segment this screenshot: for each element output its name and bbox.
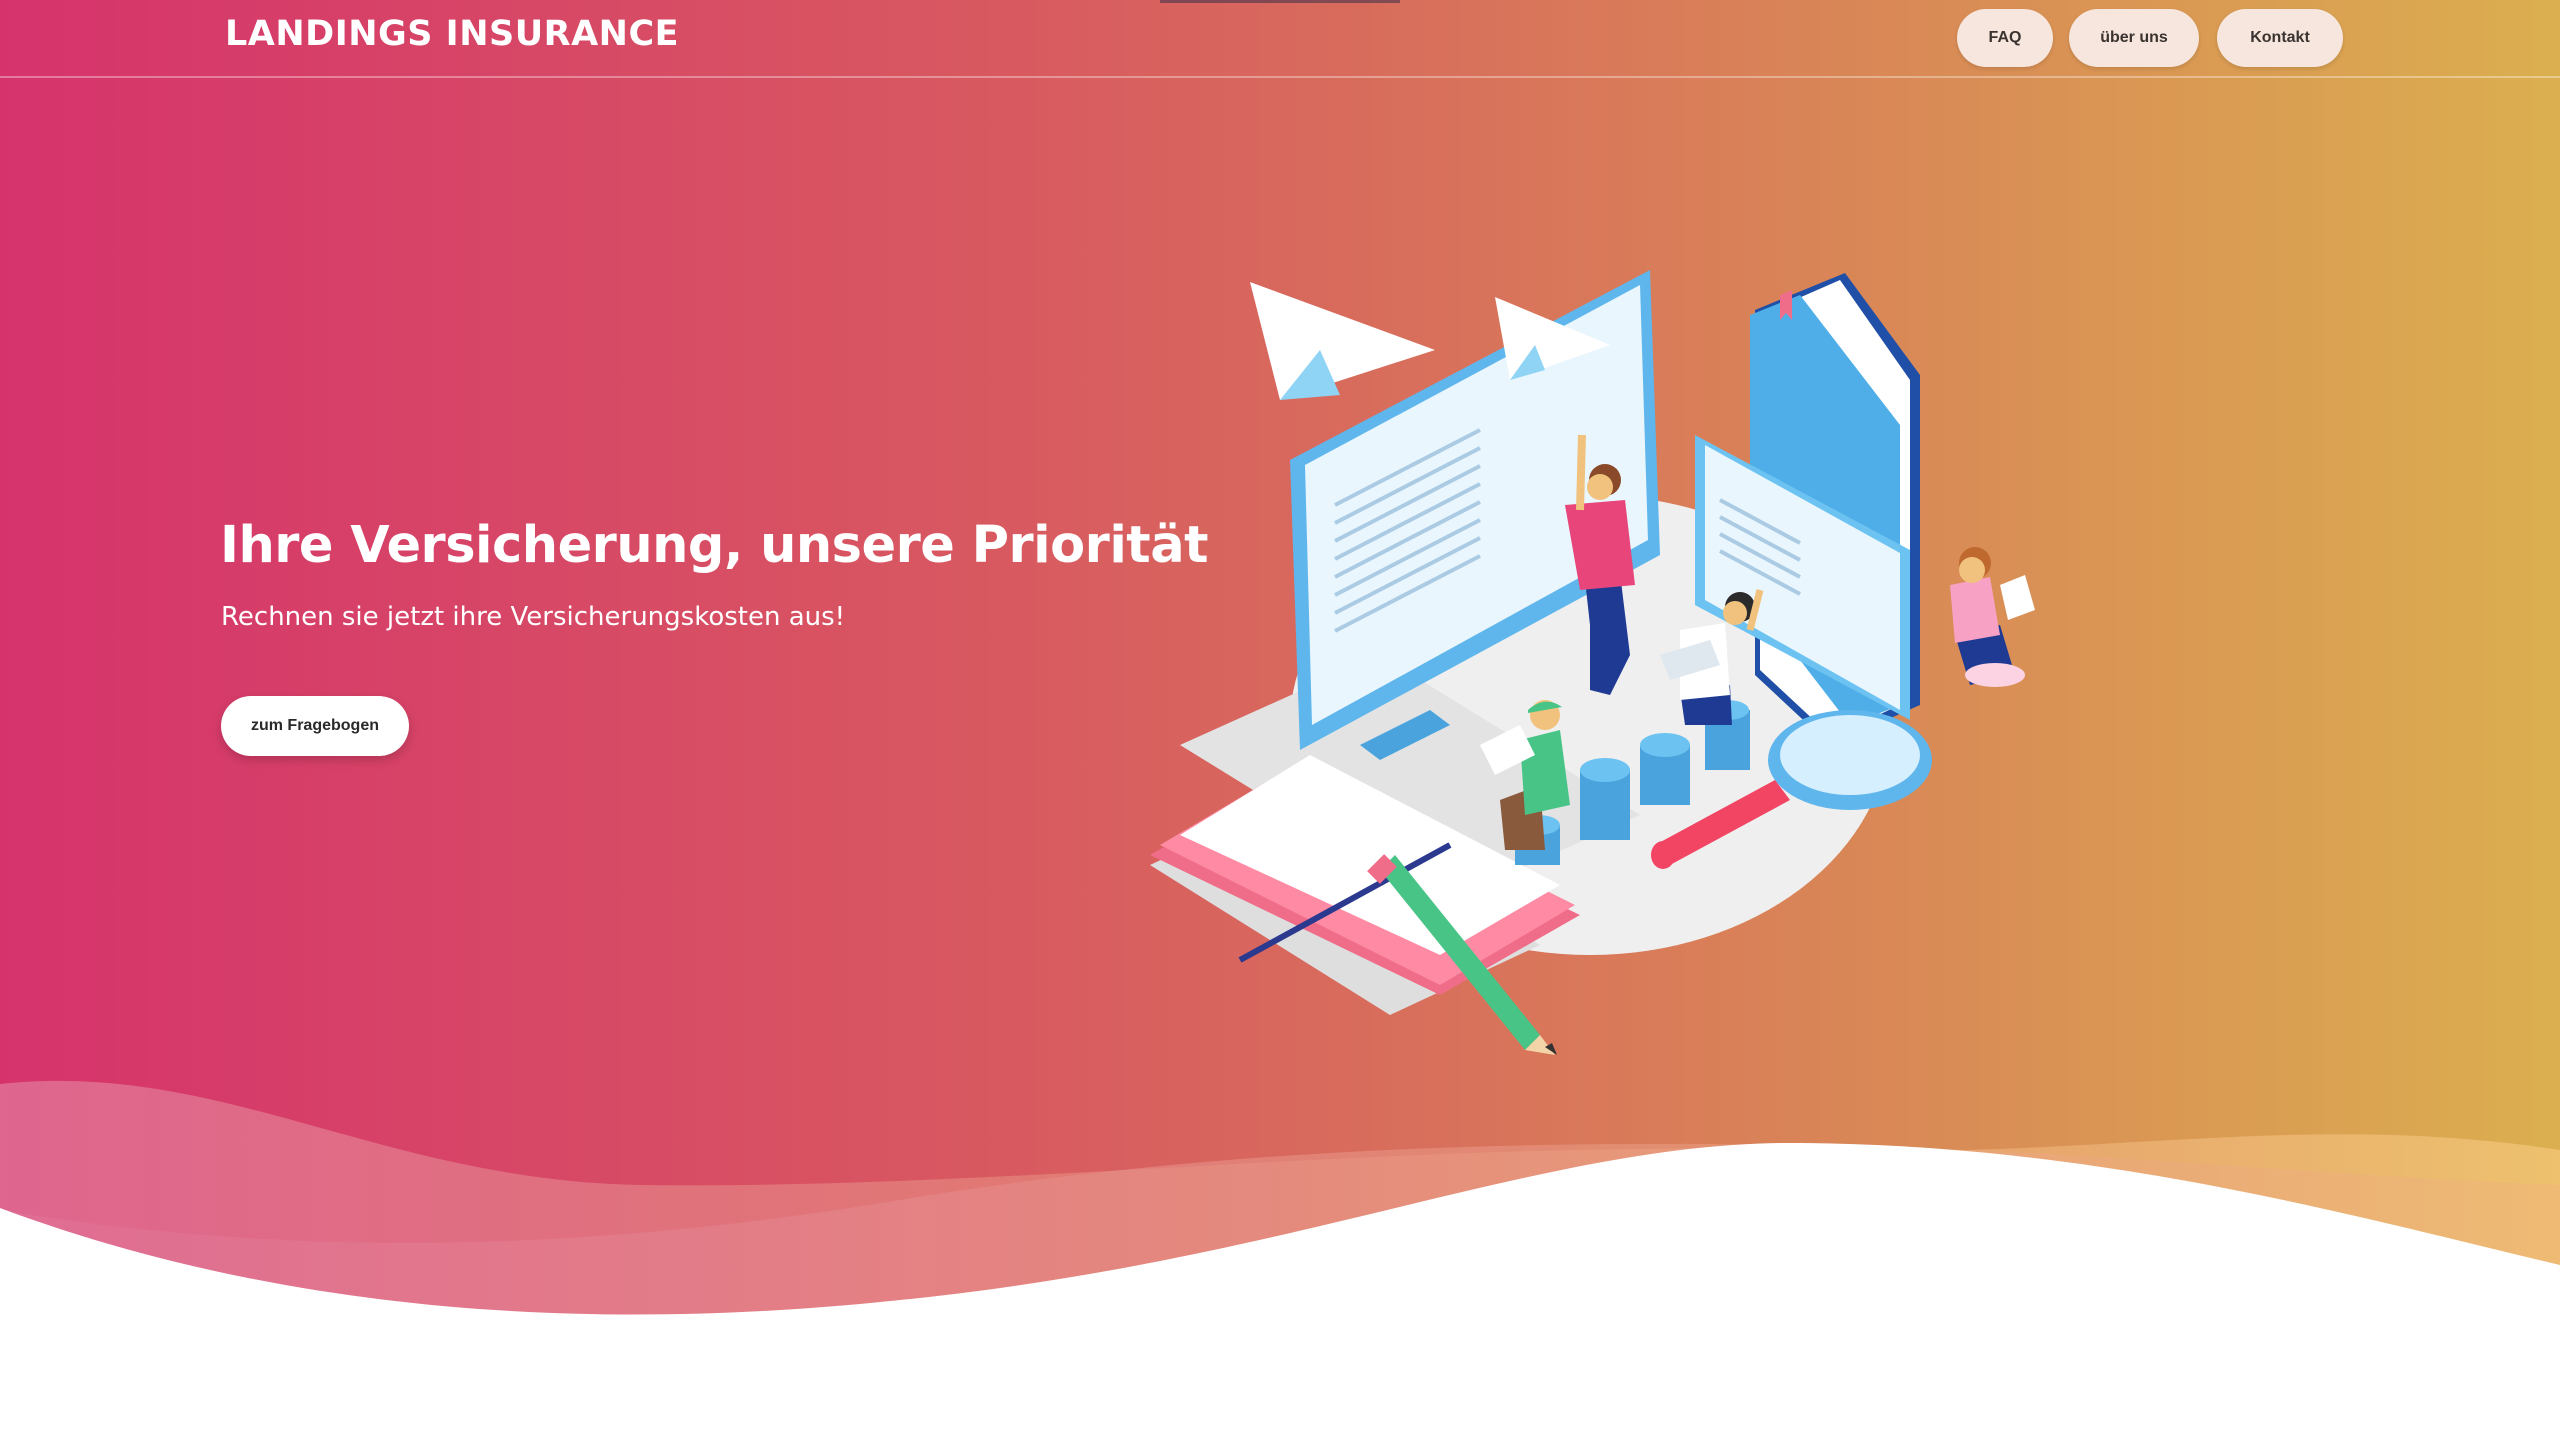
hero-waves xyxy=(0,1080,2560,1440)
page: LANDINGS INSURANCE FAQ über uns Kontakt … xyxy=(0,0,2560,1440)
paper-plane-icon xyxy=(1250,282,1435,400)
hero-illustration xyxy=(1150,270,2035,1055)
person-headphones-icon xyxy=(1950,547,2035,687)
nav-faq-button[interactable]: FAQ xyxy=(1957,9,2053,67)
questionnaire-button[interactable]: zum Fragebogen xyxy=(221,696,409,756)
nav-contact-button[interactable]: Kontakt xyxy=(2217,9,2343,67)
nav-about-button[interactable]: über uns xyxy=(2069,9,2199,67)
hero-subtitle: Rechnen sie jetzt ihre Versicherungskost… xyxy=(221,602,846,632)
navbar: LANDINGS INSURANCE FAQ über uns Kontakt xyxy=(0,0,2560,78)
brand-logo[interactable]: LANDINGS INSURANCE xyxy=(225,14,679,54)
hero-title: Ihre Versicherung, unsere Priorität xyxy=(220,516,1208,575)
